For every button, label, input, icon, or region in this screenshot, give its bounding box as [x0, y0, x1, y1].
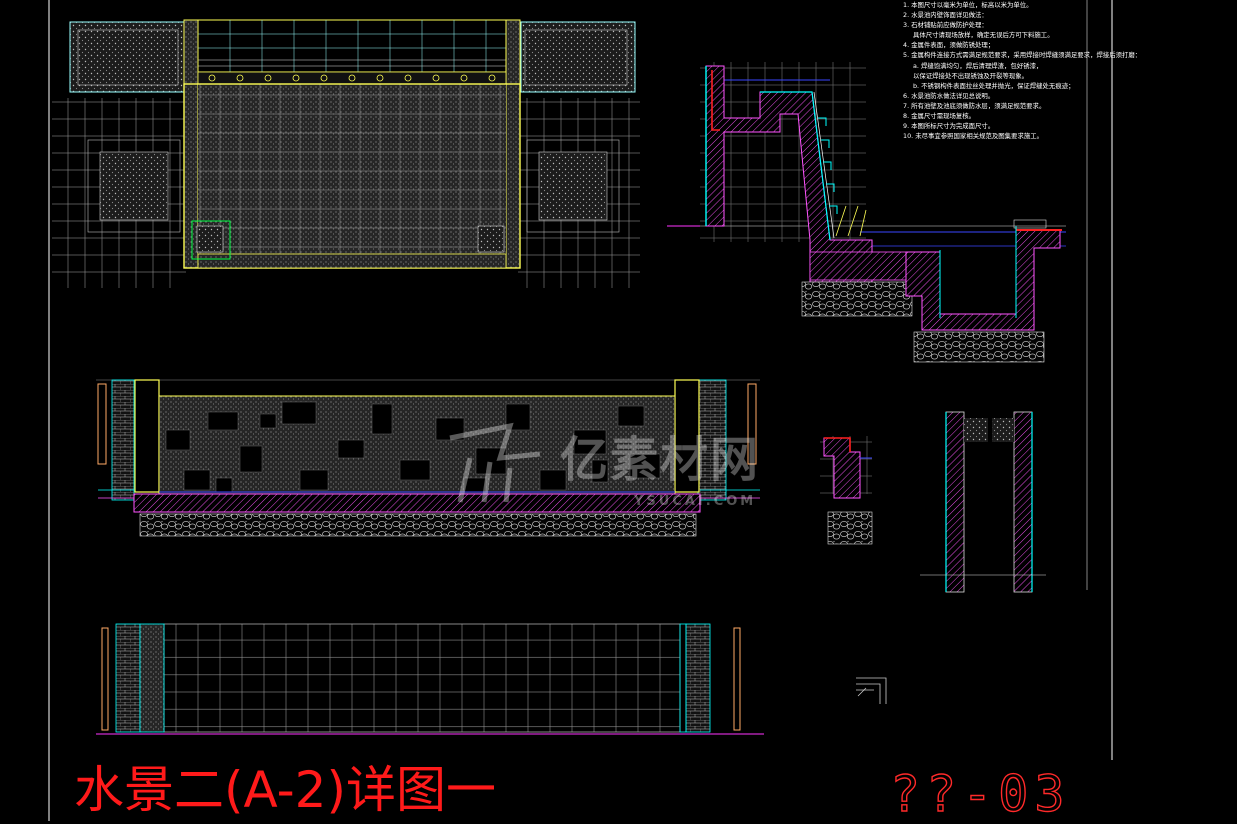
detail-small-section: [820, 436, 873, 545]
planter-left: [69, 21, 185, 93]
note-item: b. 不锈钢构件表面拉丝处理并抛光，保证焊缝处无痕迹；: [913, 81, 1075, 90]
elevation-pool-base: [133, 493, 701, 513]
watermark-domain: YSUCAI.COM: [634, 494, 757, 509]
note-item: a. 焊缝饱满均匀，焊后清理焊渣，包好锈漆，: [913, 61, 1043, 70]
note-item: 9. 本图所标尺寸为完成面尺寸。: [903, 122, 995, 131]
section-foundation: [801, 281, 913, 317]
note-item: 2. 水景池内壁饰面详见做法：: [903, 11, 988, 20]
note-item: 3. 石材铺贴前应做防护处理：: [903, 21, 988, 30]
drain-left: [196, 225, 224, 253]
note-item: 4. 金属件表面，须做防锈处理；: [903, 41, 995, 50]
elevation-foundation: [139, 513, 697, 537]
wall-tile-grid: [164, 624, 680, 732]
wall-brick-right: [685, 623, 711, 733]
pier-right: [505, 19, 521, 269]
planter-right: [520, 21, 636, 93]
watermark-brand: 亿素材网: [560, 432, 761, 488]
detail-column-section: [920, 411, 1046, 593]
overflow-channel: [905, 229, 1061, 331]
sheet-number: ??-03: [889, 764, 1071, 823]
note-item: 7. 所有池壁及池底须做防水层，须满足规范要求。: [903, 101, 1046, 110]
channel-foundation: [913, 331, 1045, 363]
note-item: 10. 未尽事宜参照国家相关规范及图集要求施工。: [903, 132, 1044, 141]
note-item: 1. 本图尺寸以毫米为单位，标高以米为单位。: [903, 1, 1033, 9]
general-notes: 1. 本图尺寸以毫米为单位，标高以米为单位。 2. 水景池内壁饰面详见做法： 3…: [903, 0, 1142, 141]
section-pool-base: [809, 251, 911, 281]
note-item: 以保证焊接处不出现锈蚀及开裂等现象。: [913, 71, 1029, 80]
note-item: 5. 金属构件连接方式需满足规范要求，采用焊接时焊缝须满足要求，焊接后须打磨：: [903, 51, 1142, 60]
plan-view: [52, 19, 640, 288]
note-item: 6. 水景池防水做法详见总说明。: [903, 91, 995, 100]
note-item: 具体尺寸请现场放样，确定无误后方可下料施工。: [913, 31, 1054, 40]
watermark-logo-icon: [449, 422, 541, 503]
elevation-pier-left: [134, 379, 160, 493]
note-item: 8. 金属尺寸需现场复核。: [903, 112, 976, 121]
wall-brick-left: [115, 623, 141, 733]
drain-right: [477, 225, 505, 253]
pier-left: [183, 19, 199, 269]
nozzle-row: [197, 71, 507, 85]
cascade-wall-plan: [183, 19, 521, 73]
drawing-title: 水景二(A-2)详图一: [74, 761, 496, 819]
elevation-brick-left: [111, 379, 135, 501]
wall-elevation: [96, 623, 764, 735]
section-marker-icon: [856, 677, 887, 704]
